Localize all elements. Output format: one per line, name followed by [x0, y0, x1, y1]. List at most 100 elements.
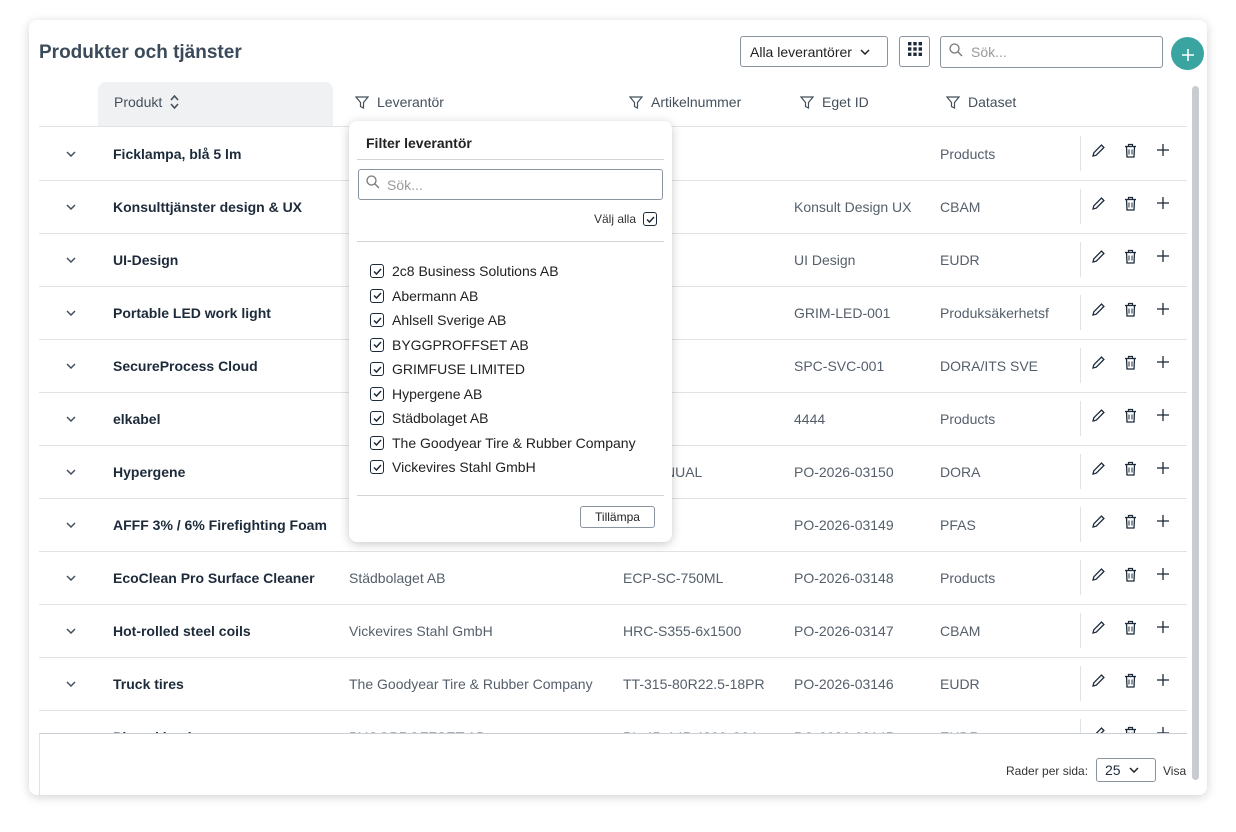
- trash-icon[interactable]: [1124, 196, 1137, 211]
- select-all-checkbox[interactable]: [643, 212, 658, 226]
- supplier-option-checkbox[interactable]: [370, 362, 384, 376]
- edit-icon[interactable]: [1091, 673, 1106, 688]
- select-all-toggle[interactable]: Välj alla: [594, 212, 658, 226]
- plus-icon[interactable]: [1157, 144, 1169, 156]
- expand-row-chevron-icon[interactable]: [63, 286, 79, 339]
- supplier-option-checkbox[interactable]: [370, 264, 384, 278]
- column-header-own-id[interactable]: Eget ID: [800, 94, 869, 110]
- supplier-option[interactable]: Vickevires Stahl GmbH: [370, 459, 536, 475]
- supplier-option-checkbox[interactable]: [370, 386, 384, 401]
- dataset-cell: CBAM: [940, 198, 981, 215]
- column-header-own-id-label: Eget ID: [822, 94, 869, 110]
- expand-row-chevron-icon[interactable]: [63, 445, 79, 498]
- supplier-filter-select[interactable]: Alla leverantörer: [740, 36, 888, 67]
- edit-icon[interactable]: [1091, 249, 1106, 264]
- edit-icon[interactable]: [1091, 196, 1106, 211]
- plus-icon[interactable]: [1157, 303, 1169, 315]
- supplier-option[interactable]: Städbolaget AB: [370, 410, 489, 426]
- column-header-supplier[interactable]: Leverantör: [355, 94, 444, 110]
- trash-icon[interactable]: [1124, 620, 1137, 635]
- rows-per-page-value: 25: [1105, 762, 1121, 778]
- supplier-option-checkbox[interactable]: [370, 460, 384, 474]
- plus-icon[interactable]: [1157, 409, 1169, 421]
- sort-icon: [170, 95, 187, 109]
- supplier-option-checkbox[interactable]: [370, 313, 384, 327]
- plus-icon[interactable]: [1157, 250, 1169, 262]
- supplier-option[interactable]: 2c8 Business Solutions AB: [370, 263, 559, 279]
- row-actions: [1080, 560, 1187, 595]
- edit-icon[interactable]: [1091, 355, 1106, 370]
- edit-icon[interactable]: [1091, 461, 1106, 476]
- apply-button[interactable]: Tillämpa: [580, 506, 655, 528]
- supplier-option-label: Abermann AB: [392, 287, 479, 304]
- dataset-cell: Products: [940, 145, 996, 162]
- expand-row-chevron-icon[interactable]: [63, 127, 79, 180]
- checkmark-icon: [372, 463, 382, 471]
- plus-icon[interactable]: [1157, 674, 1169, 686]
- expand-row-chevron-icon[interactable]: [63, 604, 79, 657]
- column-header-dataset-label: Dataset: [968, 94, 1017, 110]
- filter-search-input[interactable]: [385, 175, 649, 194]
- article-number-cell: HRC-S355-6x1500: [623, 622, 742, 639]
- supplier-option[interactable]: Ahlsell Sverige AB: [370, 312, 506, 328]
- trash-icon[interactable]: [1124, 249, 1137, 264]
- column-header-article[interactable]: Artikelnummer: [629, 94, 741, 110]
- supplier-option-checkbox[interactable]: [370, 337, 384, 352]
- plus-icon[interactable]: [1157, 621, 1169, 633]
- trash-icon[interactable]: [1124, 461, 1137, 476]
- expand-row-chevron-icon[interactable]: [63, 180, 79, 233]
- supplier-option[interactable]: BYGGPROFFSET AB: [370, 337, 529, 353]
- add-product-button[interactable]: [1171, 37, 1204, 70]
- search-input[interactable]: [969, 43, 1153, 61]
- vertical-scrollbar[interactable]: [1192, 86, 1199, 780]
- trash-icon[interactable]: [1124, 514, 1137, 529]
- grid-view-button[interactable]: [899, 36, 930, 67]
- supplier-option[interactable]: GRIMFUSE LIMITED: [370, 361, 525, 377]
- supplier-option[interactable]: Abermann AB: [370, 288, 478, 304]
- table-row[interactable]: EcoClean Pro Surface Cleaner Städbolaget …: [39, 551, 1187, 605]
- product-name-cell: Hot-rolled steel coils: [113, 622, 251, 639]
- trash-icon[interactable]: [1124, 302, 1137, 317]
- dataset-cell: CBAM: [940, 622, 981, 639]
- trash-icon[interactable]: [1124, 567, 1137, 582]
- plus-icon[interactable]: [1157, 568, 1169, 580]
- plus-icon[interactable]: [1157, 462, 1169, 474]
- supplier-option[interactable]: The Goodyear Tire & Rubber Company: [370, 435, 636, 451]
- edit-icon[interactable]: [1091, 302, 1106, 317]
- plus-icon[interactable]: [1157, 356, 1169, 368]
- own-id-cell: PO-2026-03149: [794, 516, 894, 533]
- expand-row-chevron-icon[interactable]: [63, 392, 79, 445]
- edit-icon[interactable]: [1091, 620, 1106, 635]
- plus-icon[interactable]: [1157, 515, 1169, 527]
- trash-icon[interactable]: [1124, 143, 1137, 158]
- expand-row-chevron-icon[interactable]: [63, 233, 79, 286]
- trash-icon[interactable]: [1124, 673, 1137, 688]
- supplier-option[interactable]: Hypergene AB: [370, 386, 482, 402]
- edit-icon[interactable]: [1091, 567, 1106, 582]
- expand-row-chevron-icon[interactable]: [63, 339, 79, 392]
- expand-row-chevron-icon[interactable]: [63, 657, 79, 710]
- expand-row-chevron-icon[interactable]: [63, 710, 79, 734]
- column-header-product[interactable]: Produkt: [114, 94, 187, 110]
- supplier-option-label: Hypergene AB: [392, 385, 483, 402]
- supplier-option-checkbox[interactable]: [370, 411, 384, 425]
- column-header-dataset[interactable]: Dataset: [946, 94, 1016, 110]
- filter-icon: [946, 95, 960, 109]
- dataset-cell: EUDR: [940, 251, 980, 268]
- supplier-option-checkbox[interactable]: [370, 435, 384, 450]
- table-row[interactable]: Truck tires The Goodyear Tire & Rubber Co…: [39, 657, 1187, 711]
- plus-icon[interactable]: [1157, 197, 1169, 209]
- table-row[interactable]: Planed lumberBYGGPROFFSET ABPL-45x145-42…: [39, 710, 1187, 734]
- expand-row-chevron-icon[interactable]: [63, 498, 79, 551]
- edit-icon[interactable]: [1091, 143, 1106, 158]
- table-row[interactable]: Hot-rolled steel coils Vickevires Stahl G…: [39, 604, 1187, 658]
- rows-per-page-select[interactable]: 25: [1096, 758, 1156, 782]
- trash-icon[interactable]: [1124, 355, 1137, 370]
- own-id-cell: UI Design: [794, 251, 856, 268]
- table-footer: Rader per sida: 25 Visa: [39, 733, 1187, 795]
- expand-row-chevron-icon[interactable]: [63, 551, 79, 604]
- trash-icon[interactable]: [1124, 408, 1137, 423]
- supplier-option-checkbox[interactable]: [370, 288, 384, 303]
- edit-icon[interactable]: [1091, 514, 1106, 529]
- edit-icon[interactable]: [1091, 408, 1106, 423]
